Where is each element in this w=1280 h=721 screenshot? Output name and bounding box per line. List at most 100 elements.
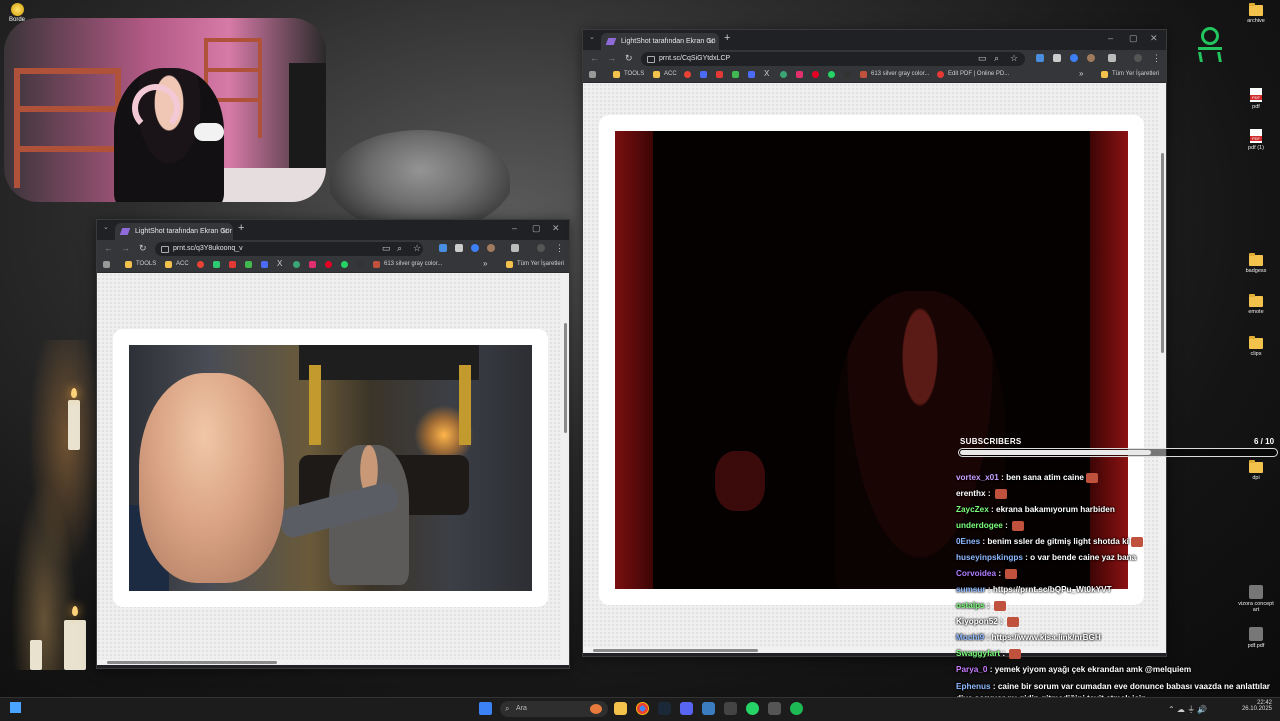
youtube-icon[interactable] xyxy=(229,261,236,268)
new-tab-button[interactable]: + xyxy=(238,222,244,234)
zoom-icon[interactable]: ⌕ xyxy=(397,243,402,254)
back-icon[interactable]: ← xyxy=(104,243,113,253)
bookmark-icon[interactable] xyxy=(748,71,755,78)
google-icon[interactable] xyxy=(197,261,204,268)
app-icon[interactable] xyxy=(768,702,781,715)
more-bookmarks-icon[interactable]: » xyxy=(483,259,487,268)
close-button[interactable]: ✕ xyxy=(552,223,560,234)
instagram-icon[interactable] xyxy=(796,71,803,78)
minimize-button[interactable]: – xyxy=(512,223,517,233)
extension-icon[interactable] xyxy=(1070,54,1078,62)
desktop-icon-clips[interactable]: clips xyxy=(1236,336,1276,357)
chat-username[interactable]: vortex_x01 xyxy=(956,473,999,482)
chat-username[interactable]: Mochi9 xyxy=(956,633,984,642)
chat-username[interactable]: Ephenus xyxy=(956,682,991,691)
instagram-icon[interactable] xyxy=(309,261,316,268)
maximize-button[interactable]: ▢ xyxy=(1129,33,1138,44)
close-button[interactable]: ✕ xyxy=(1150,33,1158,44)
maximize-button[interactable]: ▢ xyxy=(532,223,541,234)
chat-username[interactable]: Corvoidea xyxy=(956,569,996,578)
desktop-icon-archive[interactable]: archive xyxy=(1236,3,1276,24)
bookmark-edit-pdf[interactable]: Edit PDF | Online PD... xyxy=(948,71,1009,77)
scroll-thumb[interactable] xyxy=(1161,153,1164,353)
reload-icon[interactable]: ↻ xyxy=(625,53,633,64)
kick-icon[interactable] xyxy=(732,71,739,78)
bookmark-acc[interactable]: ACC xyxy=(664,71,677,77)
bookmark-tools[interactable]: TOOLS xyxy=(136,261,156,267)
chat-username[interactable]: Parya_0 xyxy=(956,665,987,674)
tab-close-icon[interactable]: ✕ xyxy=(221,223,228,240)
tab-search-icon[interactable]: ⌄ xyxy=(103,223,109,231)
forward-icon[interactable]: → xyxy=(607,53,616,63)
menu-icon[interactable]: ⋮ xyxy=(555,243,564,254)
cast-icon[interactable]: ▭ xyxy=(978,53,987,64)
app-icon[interactable] xyxy=(702,702,715,715)
x-icon[interactable]: X xyxy=(764,69,769,78)
menu-icon[interactable]: ⋮ xyxy=(1152,53,1161,64)
bookmark-star-icon[interactable]: ☆ xyxy=(1010,53,1018,64)
desktop-icon-pdf-1[interactable]: pdf (1) xyxy=(1236,129,1276,151)
screenshot-image[interactable] xyxy=(129,345,532,591)
new-tab-button[interactable]: + xyxy=(724,32,730,44)
tab-lightshot[interactable]: LightShot tarafından Ekran Gö ✕ xyxy=(601,33,719,50)
horizontal-scrollbar[interactable] xyxy=(97,659,562,665)
bookmark-color[interactable]: 613 silver gray color... xyxy=(871,71,929,77)
extension-icon[interactable] xyxy=(471,244,479,252)
desktop-icon-badgess[interactable]: badgess xyxy=(1236,253,1276,274)
bookmark-star-icon[interactable]: ☆ xyxy=(413,243,421,254)
x-icon[interactable]: X xyxy=(277,259,282,268)
site-info-icon[interactable] xyxy=(161,246,169,253)
clock[interactable]: 22:42 26.10.2025 xyxy=(1228,700,1272,712)
chat-username[interactable]: ZaycZex xyxy=(956,505,989,514)
google-icon[interactable] xyxy=(684,71,691,78)
cast-icon[interactable]: ▭ xyxy=(382,243,391,254)
profile-avatar[interactable] xyxy=(537,244,545,252)
pinterest-icon[interactable] xyxy=(325,261,332,268)
windows-start-icon[interactable] xyxy=(10,702,21,713)
all-bookmarks[interactable]: Tüm Yer İşaretleri xyxy=(517,261,564,267)
tab-close-icon[interactable]: ✕ xyxy=(707,33,714,50)
steam-icon[interactable] xyxy=(658,702,671,715)
tab-lightshot[interactable]: LightShot tarafından Ekran Gör ✕ xyxy=(115,223,233,240)
file-explorer-icon[interactable] xyxy=(614,702,627,715)
back-icon[interactable]: ← xyxy=(590,53,599,63)
chat-username[interactable]: erenthx xyxy=(956,489,986,498)
bookmark-acc[interactable]: ACC xyxy=(176,261,189,267)
bookmark-icon[interactable] xyxy=(293,261,300,268)
scroll-thumb[interactable] xyxy=(564,323,567,433)
bookmark-icon[interactable] xyxy=(213,261,220,268)
bookmark-icon[interactable] xyxy=(844,71,851,78)
bookmark-color[interactable]: 613 silver gray color... xyxy=(384,261,442,267)
zoom-icon[interactable]: ⌕ xyxy=(994,53,999,64)
more-bookmarks-icon[interactable]: » xyxy=(1079,69,1083,78)
extension-icon[interactable] xyxy=(439,244,447,252)
chat-username[interactable]: huseyinpskingps xyxy=(956,553,1023,562)
chat-username[interactable]: Kiyopon52 xyxy=(956,617,998,626)
whatsapp-icon[interactable] xyxy=(828,71,835,78)
tab-search-icon[interactable]: ⌄ xyxy=(589,33,595,41)
vertical-scrollbar[interactable] xyxy=(562,273,569,665)
pinterest-icon[interactable] xyxy=(812,71,819,78)
youtube-icon[interactable] xyxy=(716,71,723,78)
taskbar-search[interactable]: ⌕ Ara xyxy=(500,701,608,717)
reload-icon[interactable]: ↻ xyxy=(139,243,147,254)
minimize-button[interactable]: – xyxy=(1108,33,1113,43)
extension-icon[interactable] xyxy=(1036,54,1044,62)
scroll-thumb[interactable] xyxy=(593,649,758,652)
start-button[interactable] xyxy=(479,702,492,715)
kick-icon[interactable] xyxy=(245,261,252,268)
desktop-icon-pdf[interactable]: pdf xyxy=(1236,88,1276,110)
discord-icon[interactable] xyxy=(680,702,693,715)
bookmark-icon[interactable] xyxy=(357,261,364,268)
scroll-thumb[interactable] xyxy=(107,661,277,664)
tray-icons[interactable]: ⌃ ☁ ⏚ 🔊 xyxy=(1168,704,1207,715)
shield-icon[interactable] xyxy=(455,244,463,252)
chrome-icon[interactable] xyxy=(636,702,649,715)
desktop-icon-emote[interactable]: emote xyxy=(1236,294,1276,315)
chat-username[interactable]: Swaggyfart xyxy=(956,649,1000,658)
whatsapp-icon[interactable] xyxy=(746,702,759,715)
chat-username[interactable]: 0Enes xyxy=(956,537,980,546)
bookmark-icon[interactable] xyxy=(700,71,707,78)
apps-icon[interactable] xyxy=(589,71,596,78)
puzzle-icon[interactable] xyxy=(1108,54,1116,62)
